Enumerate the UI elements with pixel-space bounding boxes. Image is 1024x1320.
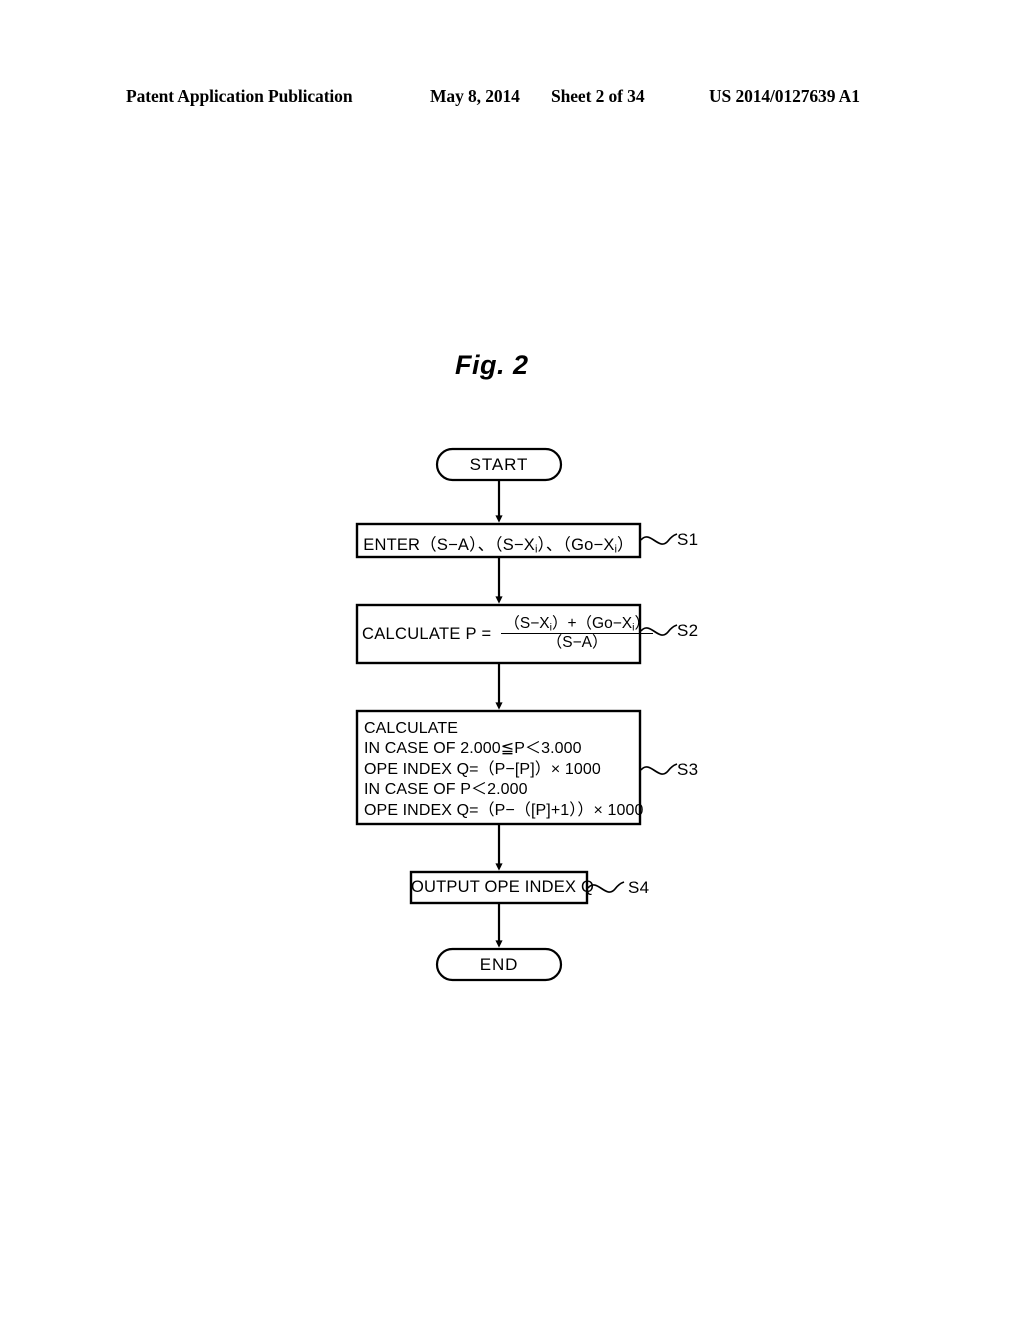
end-node-label: END (479, 955, 519, 974)
s3-line-2: IN CASE OF 2.000≦P＜3.000 (364, 740, 582, 758)
step-reference-s3: S3 (677, 760, 699, 779)
s3-line-4: IN CASE OF P＜2.000 (364, 781, 528, 799)
s3-line-3: OPE INDEX Q=（P−[P]）× 1000 (364, 760, 601, 778)
s3-line-1: CALCULATE (364, 720, 458, 737)
s2-fraction-denominator: （S−A） (546, 634, 608, 652)
start-node-label: START (469, 455, 529, 474)
s1-node-label: ENTER（S−A）、（S−Xi）、（Go−Xi） (363, 536, 634, 556)
step-reference-s2: S2 (677, 621, 699, 640)
step-reference-s1: S1 (677, 530, 699, 549)
s4-node-label: OUTPUT OPE INDEX Q (411, 878, 594, 896)
s3-line-5: OPE INDEX Q=（P−（[P]+1））× 1000 (364, 801, 644, 819)
s1-leader-line (640, 533, 678, 545)
s2-fraction-numerator: （S−Xi）+（Go−Xi） (501, 615, 653, 635)
s3-node-label: CALCULATE IN CASE OF 2.000≦P＜3.000 OPE I… (364, 719, 644, 821)
s2-formula-lhs: CALCULATE P = (362, 624, 492, 643)
s2-fraction: （S−Xi）+（Go−Xi） （S−A） (501, 615, 653, 652)
s2-node-content: CALCULATE P = （S−Xi）+（Go−Xi） （S−A） (357, 605, 653, 663)
s3-leader-line (640, 763, 678, 775)
step-reference-s4: S4 (628, 878, 650, 897)
flowchart-diagram: START ENTER（S−A）、（S−Xi）、（Go−Xi） CALCULAT… (0, 0, 1024, 1320)
